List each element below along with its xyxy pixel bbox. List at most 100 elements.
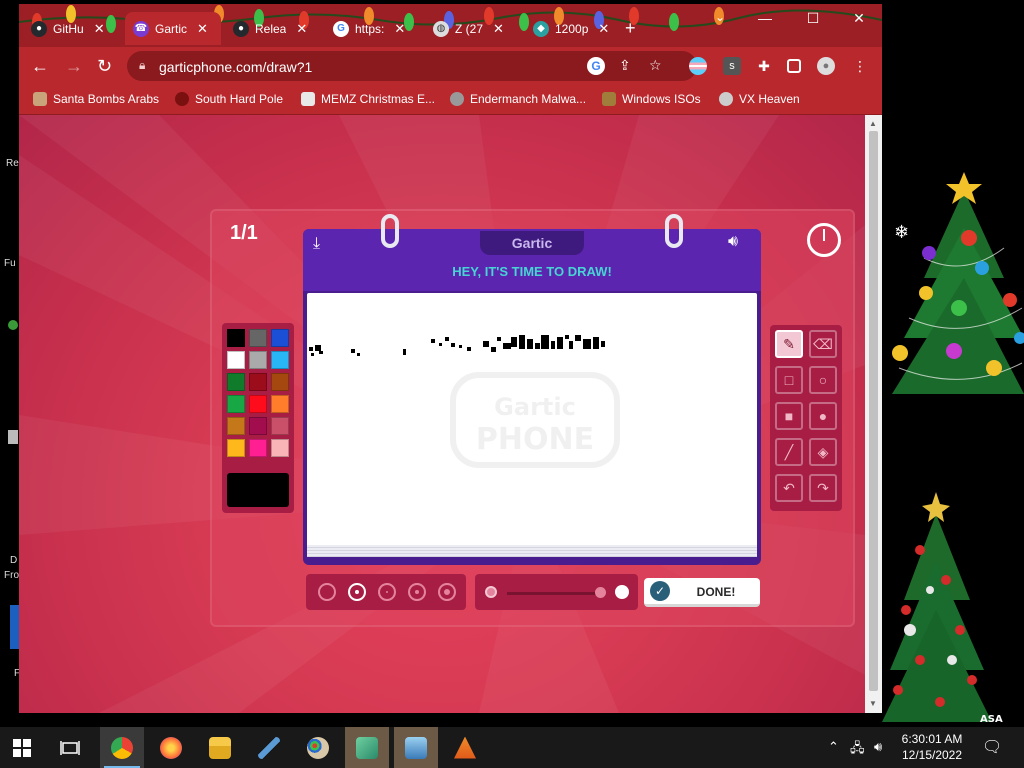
color-swatch[interactable]: [271, 329, 289, 347]
rectangle-fill-tool[interactable]: ■: [775, 402, 803, 430]
tab-releases[interactable]: ● Relea ✕: [225, 12, 323, 45]
taskbar-app[interactable]: [198, 727, 242, 768]
taskbar-app[interactable]: [149, 727, 193, 768]
desktop-icon-label[interactable]: Fro: [4, 570, 19, 581]
profile-avatar-icon[interactable]: ●: [817, 57, 835, 75]
taskbar-app[interactable]: [345, 727, 389, 768]
bookmark-item[interactable]: VX Heaven: [719, 92, 800, 106]
desktop-icon-label[interactable]: Re: [6, 158, 19, 169]
bookmark-item[interactable]: South Hard Pole: [175, 92, 283, 106]
tab-z[interactable]: ◍ Z (27 ✕: [425, 12, 523, 45]
close-icon[interactable]: ✕: [197, 21, 208, 37]
opacity-slider-handle[interactable]: [595, 587, 606, 598]
tab-google[interactable]: G https: ✕: [325, 12, 421, 45]
desktop-file-icon[interactable]: [8, 430, 18, 444]
scroll-down-icon[interactable]: ▼: [869, 699, 877, 708]
brush-size-5[interactable]: [438, 583, 456, 601]
color-swatch[interactable]: [249, 329, 267, 347]
page-scrollbar[interactable]: ▲ ▼: [865, 115, 882, 713]
done-button[interactable]: ✓ DONE!: [644, 578, 760, 607]
back-button[interactable]: ←: [31, 56, 49, 77]
color-swatch[interactable]: [227, 351, 245, 369]
color-swatch[interactable]: [227, 417, 245, 435]
system-clock[interactable]: 6:30:01 AM 12/15/2022: [896, 731, 968, 763]
tab-1200p[interactable]: ◆ 1200p ✕: [525, 12, 621, 45]
taskbar-app[interactable]: [394, 727, 438, 768]
eraser-tool[interactable]: ⌫: [809, 330, 837, 358]
minimize-button[interactable]: —: [749, 10, 781, 26]
color-swatch[interactable]: [227, 329, 245, 347]
color-swatch[interactable]: [271, 439, 289, 457]
ellipse-fill-tool[interactable]: ●: [809, 402, 837, 430]
google-lens-icon[interactable]: G: [587, 57, 605, 75]
drawing-canvas[interactable]: Gartic PHONE: [307, 293, 757, 557]
volume-icon[interactable]: 🔊︎: [874, 739, 882, 755]
color-swatch[interactable]: [249, 439, 267, 457]
brush-size-3[interactable]: [378, 583, 396, 601]
desktop-icon-label[interactable]: D: [10, 555, 17, 566]
ellipse-outline-tool[interactable]: ○: [809, 366, 837, 394]
extension-s-icon[interactable]: s: [723, 57, 741, 75]
brush-size-1[interactable]: [318, 583, 336, 601]
taskbar-app[interactable]: [443, 727, 487, 768]
maximize-button[interactable]: ☐: [797, 10, 829, 27]
bookmark-star-icon[interactable]: ☆: [649, 57, 662, 74]
desktop-app-icon[interactable]: [8, 320, 18, 330]
scrollbar-thumb[interactable]: [869, 131, 878, 691]
extension-flag-icon[interactable]: [689, 57, 707, 75]
taskbar-app[interactable]: [100, 727, 144, 768]
address-bar[interactable]: 🔒︎ garticphone.com/draw?1 G ⇪ ☆: [127, 51, 697, 81]
color-swatch[interactable]: [227, 373, 245, 391]
lock-icon[interactable]: 🔒︎: [139, 58, 145, 73]
close-window-button[interactable]: ✕: [843, 10, 875, 27]
scroll-up-icon[interactable]: ▲: [869, 119, 877, 128]
sound-icon[interactable]: 🔊︎: [728, 233, 738, 251]
tab-search-button[interactable]: ⌄: [704, 10, 736, 24]
close-icon[interactable]: ✕: [394, 21, 405, 37]
line-tool[interactable]: ╱: [775, 438, 803, 466]
taskbar-app[interactable]: [247, 727, 291, 768]
color-swatch[interactable]: [271, 373, 289, 391]
start-button[interactable]: [0, 727, 44, 768]
brush-size-2[interactable]: [348, 583, 366, 601]
bookmark-item[interactable]: MEMZ Christmas E...: [301, 92, 435, 106]
notification-icon[interactable]: 🗨︎: [982, 737, 1002, 757]
close-icon[interactable]: ✕: [94, 21, 105, 37]
forward-button[interactable]: →: [65, 56, 83, 77]
new-tab-button[interactable]: +: [625, 18, 636, 39]
taskbar-app[interactable]: [296, 727, 340, 768]
bookmark-item[interactable]: Windows ISOs: [602, 92, 701, 106]
extensions-puzzle-icon[interactable]: ✚: [755, 57, 773, 75]
close-icon[interactable]: ✕: [598, 21, 609, 37]
more-menu-icon[interactable]: ⋮: [851, 57, 869, 75]
tab-github[interactable]: ● GitHu ✕: [23, 12, 121, 45]
color-swatch[interactable]: [227, 439, 245, 457]
tray-chevron-icon[interactable]: ⌃: [828, 739, 839, 755]
color-swatch[interactable]: [227, 395, 245, 413]
side-panel-icon[interactable]: [787, 59, 801, 73]
tab-gartic[interactable]: ☎ Gartic ✕: [125, 12, 221, 45]
rectangle-outline-tool[interactable]: □: [775, 366, 803, 394]
desktop-icon-label[interactable]: Fu: [4, 258, 16, 269]
color-swatch[interactable]: [249, 417, 267, 435]
opacity-slider-track[interactable]: [507, 592, 599, 595]
fill-bucket-tool[interactable]: ◈: [809, 438, 837, 466]
network-icon[interactable]: 🖧︎: [850, 739, 865, 761]
download-icon[interactable]: ⤓: [313, 235, 320, 253]
task-view-button[interactable]: [48, 727, 92, 768]
color-swatch[interactable]: [249, 351, 267, 369]
color-swatch[interactable]: [271, 351, 289, 369]
share-icon[interactable]: ⇪: [619, 57, 631, 74]
color-swatch[interactable]: [249, 395, 267, 413]
close-icon[interactable]: ✕: [296, 21, 307, 37]
bookmark-item[interactable]: Santa Bombs Arabs: [33, 92, 159, 106]
color-swatch[interactable]: [271, 395, 289, 413]
redo-tool[interactable]: ↷: [809, 474, 837, 502]
reload-button[interactable]: ↻: [97, 56, 112, 77]
color-swatch[interactable]: [271, 417, 289, 435]
pencil-tool[interactable]: ✎: [775, 330, 803, 358]
bookmark-item[interactable]: Endermanch Malwa...: [450, 92, 586, 106]
close-icon[interactable]: ✕: [493, 21, 504, 37]
undo-tool[interactable]: ↶: [775, 474, 803, 502]
brush-size-4[interactable]: [408, 583, 426, 601]
